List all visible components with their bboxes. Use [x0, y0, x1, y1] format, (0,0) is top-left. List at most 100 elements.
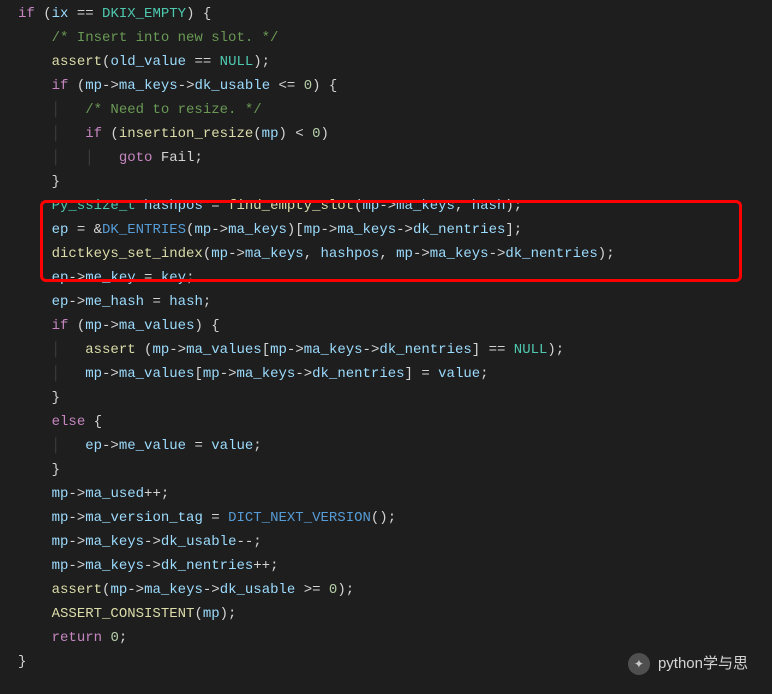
token-op: -> — [321, 222, 338, 238]
token-id: ix — [52, 6, 69, 22]
code-block: if (ix == DKIX_EMPTY) { /* Insert into n… — [0, 0, 772, 678]
token-op — [18, 582, 52, 598]
code-line: if (ix == DKIX_EMPTY) { — [18, 2, 754, 26]
token-op: ]; — [505, 222, 522, 238]
token-id: mp — [52, 486, 69, 502]
token-id: me_hash — [85, 294, 144, 310]
token-id: ma_used — [85, 486, 144, 502]
code-line: mp->ma_keys->dk_usable--; — [18, 530, 754, 554]
token-id: mp — [262, 126, 279, 142]
code-line: return 0; — [18, 626, 754, 650]
code-line: ep = &DK_ENTRIES(mp->ma_keys)[mp->ma_key… — [18, 218, 754, 242]
token-id: mp — [396, 246, 413, 262]
token-fn: assert — [52, 582, 102, 598]
token-op: = & — [68, 222, 102, 238]
token-op: ); — [505, 198, 522, 214]
token-op: ); — [253, 54, 270, 70]
token-op: = — [136, 270, 161, 286]
token-id: ma_keys — [85, 558, 144, 574]
token-op — [18, 438, 52, 454]
token-id: dk_nentries — [505, 246, 597, 262]
token-op: ( — [68, 78, 85, 94]
code-line: mp->ma_used++; — [18, 482, 754, 506]
token-kw: return — [52, 630, 102, 646]
token-id: ma_keys — [85, 534, 144, 550]
token-op — [18, 78, 52, 94]
token-num: 0 — [312, 126, 320, 142]
token-op: { — [85, 414, 102, 430]
token-id: dk_usable — [194, 78, 270, 94]
token-id: mp — [203, 606, 220, 622]
token-op: ( — [68, 318, 85, 334]
token-id: value — [438, 366, 480, 382]
token-op — [18, 30, 52, 46]
token-op: ; — [253, 438, 261, 454]
code-line: /* Insert into new slot. */ — [18, 26, 754, 50]
token-op: -> — [169, 342, 186, 358]
token-op: (); — [371, 510, 396, 526]
code-line: if (mp->ma_keys->dk_usable <= 0) { — [18, 74, 754, 98]
token-op: -> — [287, 342, 304, 358]
token-op — [18, 558, 52, 574]
token-op: = — [186, 438, 211, 454]
token-op — [18, 630, 52, 646]
token-op: -> — [68, 486, 85, 502]
token-id: ma_version_tag — [85, 510, 203, 526]
token-id: dk_nentries — [379, 342, 471, 358]
code-line: else { — [18, 410, 754, 434]
token-op: = — [144, 294, 169, 310]
token-op: ++; — [144, 486, 169, 502]
token-id: dk_usable — [220, 582, 296, 598]
token-op: -> — [178, 78, 195, 94]
code-line: │ ep->me_value = value; — [18, 434, 754, 458]
token-kw: else — [52, 414, 86, 430]
token-id: ma_keys — [237, 366, 296, 382]
code-line: } — [18, 458, 754, 482]
code-line: │ assert (mp->ma_values[mp->ma_keys->dk_… — [18, 338, 754, 362]
token-op: ( — [253, 126, 261, 142]
token-kw: if — [52, 318, 69, 334]
token-op: ( — [102, 126, 119, 142]
token-type: DKIX_EMPTY — [102, 6, 186, 22]
token-op — [18, 222, 52, 238]
token-id: value — [211, 438, 253, 454]
token-op — [18, 294, 52, 310]
token-fn: assert — [52, 54, 102, 70]
token-op: -> — [295, 366, 312, 382]
token-num: 0 — [110, 630, 118, 646]
token-op — [18, 54, 52, 70]
token-op: -> — [144, 534, 161, 550]
token-op: --; — [236, 534, 261, 550]
token-type: Py_ssize_t — [52, 198, 136, 214]
token-op — [18, 150, 52, 166]
token-op: ); — [220, 606, 237, 622]
code-line: │ │ goto Fail; — [18, 146, 754, 170]
token-op: ); — [337, 582, 354, 598]
token-op: ( — [194, 606, 202, 622]
wechat-icon: ✦ — [628, 653, 650, 675]
token-op: ; — [186, 270, 194, 286]
token-op: -> — [102, 78, 119, 94]
token-op — [18, 486, 52, 502]
token-id: mp — [203, 366, 220, 382]
token-id: hashpos — [321, 246, 380, 262]
token-op: ; — [119, 630, 127, 646]
token-id: dk_usable — [161, 534, 237, 550]
token-op: -> — [102, 318, 119, 334]
token-op: } — [18, 654, 26, 670]
token-op — [18, 366, 52, 382]
token-op: -> — [363, 342, 380, 358]
token-id: ma_keys — [228, 222, 287, 238]
token-op: = — [203, 510, 228, 526]
token-id: ep — [85, 438, 102, 454]
code-line: mp->ma_version_tag = DICT_NEXT_VERSION()… — [18, 506, 754, 530]
token-kw: if — [52, 78, 69, 94]
token-op: -> — [379, 198, 396, 214]
token-op: -> — [68, 270, 85, 286]
token-id: ma_values — [119, 318, 195, 334]
token-op: -> — [203, 582, 220, 598]
code-line: mp->ma_keys->dk_nentries++; — [18, 554, 754, 578]
token-op: -> — [68, 534, 85, 550]
token-op — [18, 270, 52, 286]
token-op: = — [203, 198, 228, 214]
